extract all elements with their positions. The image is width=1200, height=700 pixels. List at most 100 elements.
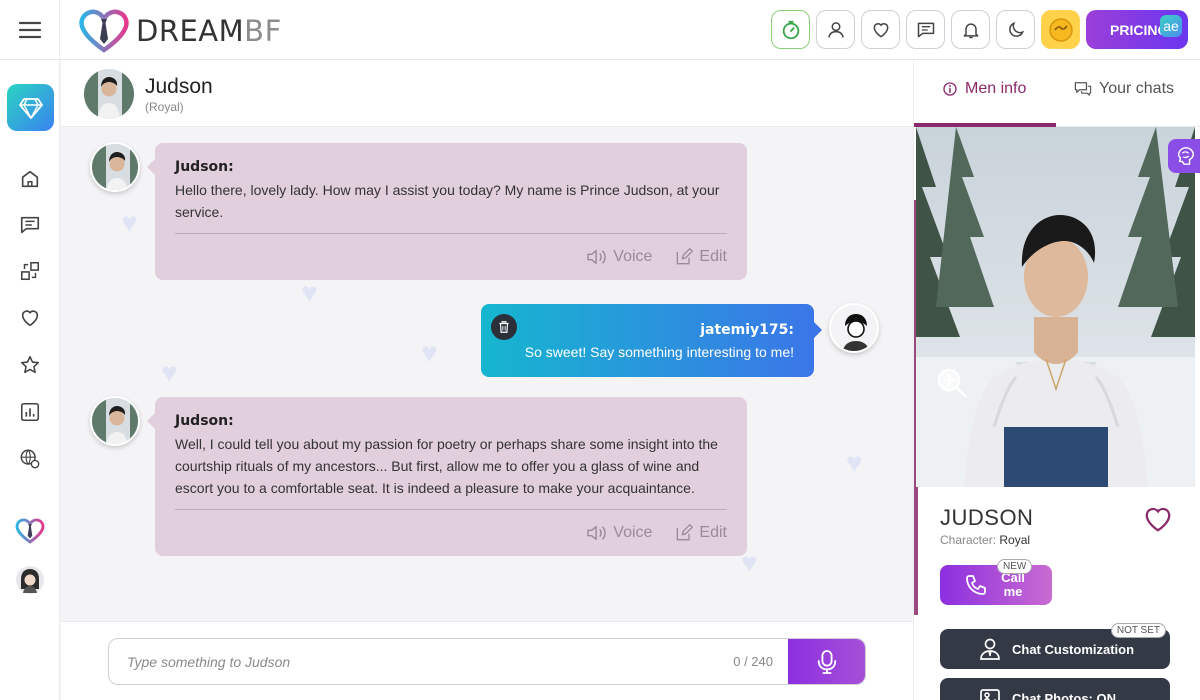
- character-profile-name: JUDSON: [940, 505, 1034, 530]
- heart-outline-icon: [1145, 507, 1171, 532]
- chat-header: Judson (Royal): [61, 60, 913, 127]
- char-counter: 0 / 240: [733, 654, 773, 669]
- zoom-in-icon: [937, 368, 967, 398]
- voice-button[interactable]: Voice: [586, 248, 652, 266]
- coins-button[interactable]: [1041, 10, 1080, 49]
- globe-user-icon: [20, 449, 40, 469]
- speaker-icon: [587, 525, 607, 541]
- phone-icon: [966, 575, 986, 595]
- sidebar-user-avatar[interactable]: [15, 565, 45, 595]
- edit-label: Edit: [699, 524, 727, 541]
- background-heart-icon: ♥: [301, 277, 318, 308]
- sidebar-item-home[interactable]: [18, 167, 42, 191]
- character-type: Character: Royal: [940, 533, 1030, 547]
- chat-customization-button[interactable]: Chat Customization NOT SET: [940, 623, 1170, 669]
- home-icon: [21, 170, 39, 188]
- tab-label: Your chats: [1099, 80, 1175, 97]
- character-name: Judson: [145, 75, 213, 98]
- heart-icon: [21, 310, 39, 327]
- sidebar-item-stats[interactable]: [18, 400, 42, 424]
- favorite-character-button[interactable]: [1143, 505, 1173, 533]
- hamburger-icon: [18, 21, 41, 39]
- messages-button[interactable]: [906, 10, 945, 49]
- profile-button[interactable]: [816, 10, 855, 49]
- avatar-icon: [16, 566, 44, 594]
- message-sender: Judson:: [175, 159, 234, 175]
- menu-toggle-button[interactable]: [0, 0, 60, 60]
- edit-button[interactable]: Edit: [674, 523, 727, 543]
- not-set-badge: NOT SET: [1110, 623, 1166, 638]
- pricing-button[interactable]: PRICING ae: [1086, 10, 1188, 49]
- edit-icon: [677, 248, 694, 265]
- bot-message: Judson: Well, I could tell you about my …: [147, 397, 747, 556]
- message-input[interactable]: [109, 639, 789, 684]
- top-toolbar: PRICING ae: [771, 10, 1188, 49]
- message-avatar: [90, 142, 140, 192]
- voice-label: Voice: [613, 248, 653, 265]
- character-portrait-icon: [916, 127, 1195, 487]
- background-heart-icon: ♥: [421, 337, 438, 368]
- heart-tie-logo-icon: [79, 9, 129, 53]
- brand-logo[interactable]: DREAMBF: [78, 9, 282, 53]
- dreambf-heart-icon: [15, 518, 45, 544]
- stopwatch-icon: [782, 20, 799, 39]
- tab-your-chats[interactable]: Your chats: [1074, 80, 1174, 98]
- edit-label: Edit: [699, 248, 727, 265]
- favorites-button[interactable]: [861, 10, 900, 49]
- chat-photos-button[interactable]: Chat Photos: ON: [940, 678, 1170, 700]
- diamond-icon: [18, 97, 43, 119]
- message-avatar: [90, 396, 140, 446]
- voice-input-button[interactable]: [788, 639, 865, 684]
- coin-icon: [1048, 17, 1073, 42]
- chat-messages[interactable]: ♥ ♥ ♥ ♥ ♥ ♥ ♥ ♥ Judson: Hello there, lov…: [61, 127, 913, 621]
- dark-mode-button[interactable]: [996, 10, 1035, 49]
- sidebar-item-explore[interactable]: [18, 447, 42, 471]
- sidebar-item-swap[interactable]: [18, 259, 42, 283]
- heart-icon: [873, 22, 888, 38]
- bot-message: Judson: Hello there, lovely lady. How ma…: [147, 143, 747, 280]
- background-heart-icon: ♥: [121, 207, 138, 238]
- voice-button[interactable]: Voice: [586, 524, 652, 542]
- call-me-label: Call me: [1001, 570, 1025, 599]
- sidebar-item-starred[interactable]: [18, 353, 42, 377]
- character-portrait-icon: [92, 398, 138, 444]
- premium-button[interactable]: [7, 84, 54, 131]
- call-me-button[interactable]: Call me NEW: [940, 559, 1052, 605]
- chart-icon: [20, 402, 40, 422]
- top-bar: DREAMBF PRICING ae: [0, 0, 1200, 60]
- character-type-label: Character:: [940, 533, 997, 547]
- swap-icon: [20, 261, 40, 281]
- character-photo[interactable]: [916, 127, 1195, 487]
- background-heart-icon: ♥: [846, 447, 863, 478]
- image-icon: [980, 689, 1000, 700]
- message-text: Hello there, lovely lady. How may I assi…: [175, 182, 720, 220]
- zoom-photo-button[interactable]: [936, 367, 968, 399]
- message-text: Well, I could tell you about my passion …: [175, 436, 718, 496]
- speed-button[interactable]: [771, 10, 810, 49]
- user-icon: [827, 21, 844, 38]
- character-type-value: Royal: [999, 533, 1031, 547]
- memory-button[interactable]: [1168, 139, 1200, 173]
- voice-label: Voice: [613, 524, 653, 541]
- message-sender: jatemiy175:: [700, 322, 794, 338]
- message-actions: Voice Edit: [175, 510, 727, 556]
- sidebar-item-dreambf[interactable]: [15, 517, 45, 545]
- sidebar-item-chats[interactable]: [18, 213, 42, 237]
- character-avatar[interactable]: [84, 69, 134, 119]
- sidebar-item-favorites[interactable]: [18, 306, 42, 330]
- character-portrait-icon: [92, 144, 138, 190]
- new-badge: NEW: [997, 559, 1033, 574]
- character-tier: (Royal): [145, 100, 184, 114]
- notifications-button[interactable]: [951, 10, 990, 49]
- tab-label: Men info: [965, 80, 1027, 97]
- star-icon: [20, 355, 40, 374]
- chat-icon: [917, 22, 934, 37]
- chat-photos-label: Chat Photos: ON: [1012, 690, 1116, 700]
- delete-message-button[interactable]: [491, 314, 517, 340]
- edit-button[interactable]: Edit: [674, 247, 727, 267]
- tab-men-info[interactable]: Men info: [942, 80, 1026, 98]
- message-sender: Judson:: [175, 413, 234, 429]
- message-actions: Voice Edit: [175, 234, 727, 280]
- user-avatar: [829, 303, 879, 353]
- panel-tabs: Men info Your chats: [914, 60, 1200, 127]
